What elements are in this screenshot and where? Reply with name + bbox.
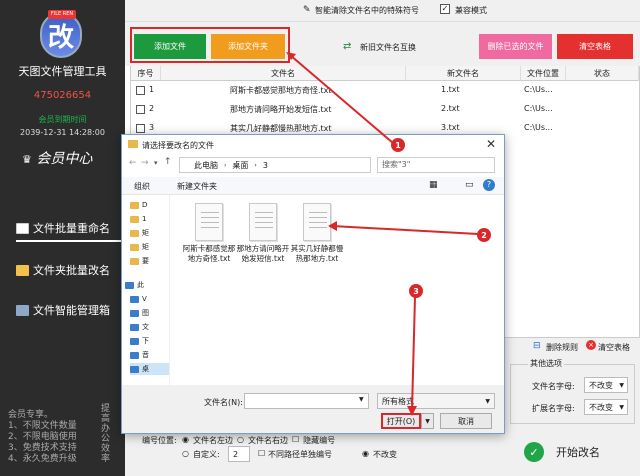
arrow-2-line	[332, 226, 478, 234]
arrow-3-head	[407, 406, 417, 416]
annotation-layer	[0, 0, 640, 476]
annotation-badge-3: 3	[409, 284, 423, 298]
annotation-badge-2: 2	[477, 228, 491, 242]
arrow-2-head	[328, 221, 337, 231]
arrow-3-line	[412, 297, 415, 410]
arrow-1-line	[290, 55, 393, 143]
annotation-badge-1: 1	[391, 138, 405, 152]
